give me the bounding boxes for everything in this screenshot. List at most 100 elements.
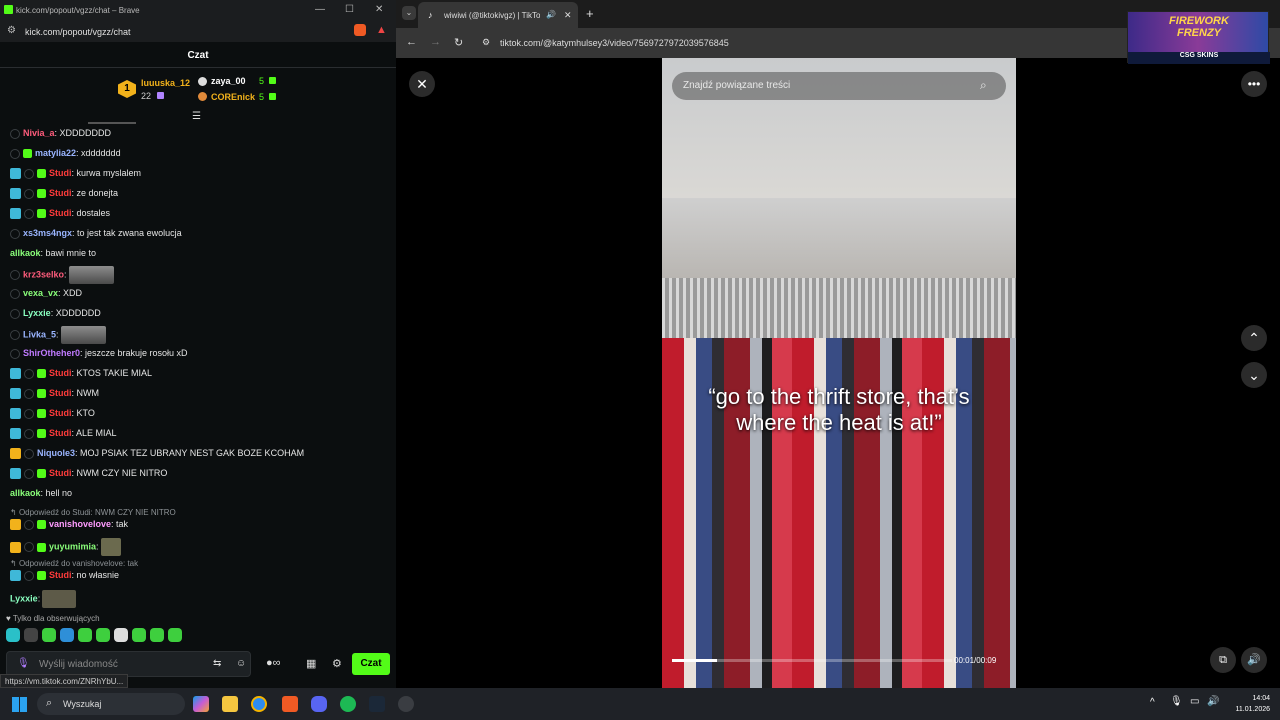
clock[interactable]: 14:04 11.01.2026 <box>1226 693 1270 715</box>
volume-icon[interactable]: 🔊 <box>1241 647 1267 673</box>
emote-icon[interactable] <box>96 628 110 642</box>
tray-chevron-icon[interactable]: ^ <box>1150 697 1155 708</box>
rewards-icon[interactable]: ●∞ <box>266 657 281 669</box>
badge-ring-icon <box>24 519 34 530</box>
emote-icon[interactable] <box>78 628 92 642</box>
chat-username[interactable]: vexa_vx <box>23 288 58 298</box>
copilot-icon[interactable] <box>193 696 209 712</box>
tab-tiktok[interactable]: ♪ wiwiwi (@tiktokivgz) | TikTok 🔊 ✕ <box>418 2 578 28</box>
maximize-icon[interactable]: ☐ <box>345 4 354 15</box>
emote-icon[interactable] <box>42 628 56 642</box>
chat-username[interactable]: vanishovelove <box>49 519 111 529</box>
forward-icon[interactable]: → <box>430 36 441 48</box>
reply-context[interactable]: ↰ Odpowiedź do vanishovelove: tak <box>10 559 138 568</box>
chat-username[interactable]: Studi <box>49 468 72 478</box>
emote-icon[interactable] <box>114 628 128 642</box>
top-gifters: 1 luuuska_12 22 zaya_00 5 COREnick 5 ☰ <box>0 68 396 124</box>
emoji-icon[interactable]: ☺ <box>236 658 246 669</box>
steam-icon[interactable] <box>369 696 385 712</box>
chat-text: : XDD <box>58 288 83 298</box>
badge-ring-icon <box>10 288 20 299</box>
translate-icon[interactable]: ⇆ <box>213 658 221 669</box>
chat-username[interactable]: Studi <box>49 570 72 580</box>
file-explorer-icon[interactable] <box>222 696 238 712</box>
gifter-name[interactable]: COREnick <box>211 92 255 102</box>
site-info-icon[interactable]: ⚙ <box>482 37 490 48</box>
site-settings-icon[interactable]: ⚙ <box>7 25 16 36</box>
gifter-count: 5 <box>259 76 265 86</box>
chat-username[interactable]: matylia22 <box>35 148 76 158</box>
mic-tray-icon[interactable]: 🎙 <box>1170 696 1183 707</box>
chat-username[interactable]: Studi <box>49 368 72 378</box>
back-icon[interactable]: ← <box>406 36 417 48</box>
emote-image[interactable] <box>100 538 121 556</box>
brave-rewards-icon[interactable]: ▲ <box>376 24 387 36</box>
gifter-name[interactable]: zaya_00 <box>211 76 246 86</box>
reply-context[interactable]: ↰ Odpowiedź do Studi: NWM CZY NIE NITRO <box>10 508 176 517</box>
discord-icon[interactable] <box>311 696 327 712</box>
minimize-icon[interactable]: — <box>315 4 325 15</box>
pip-icon[interactable]: ⧉ <box>1210 647 1236 673</box>
new-tab-icon[interactable]: + <box>586 6 594 21</box>
video-progress-bar[interactable] <box>672 659 952 662</box>
chat-username[interactable]: Studi <box>49 408 72 418</box>
close-video-icon[interactable]: ✕ <box>409 71 435 97</box>
send-chat-button[interactable]: Czat <box>352 653 390 675</box>
chat-username[interactable]: krz3selko <box>23 269 64 279</box>
chat-username[interactable]: Livka_5 <box>23 329 56 339</box>
chat-username[interactable]: Studi <box>49 188 72 198</box>
chat-username[interactable]: allkaok <box>10 488 41 498</box>
address-url[interactable]: tiktok.com/@katymhulsey3/video/756972797… <box>500 38 729 48</box>
kick-url-bar[interactable]: ⚙ kick.com/popout/vgzz/chat ▲ <box>0 20 396 42</box>
close-window-icon[interactable]: ✕ <box>375 4 383 15</box>
emote-icon[interactable] <box>132 628 146 642</box>
chat-username[interactable]: Studi <box>49 208 72 218</box>
next-video-icon[interactable]: ⌄ <box>1241 362 1267 388</box>
chat-username[interactable]: allkaok <box>10 248 41 258</box>
close-tab-icon[interactable]: ✕ <box>564 10 572 21</box>
app-icon[interactable] <box>398 696 414 712</box>
network-icon[interactable]: ▭ <box>1190 696 1199 707</box>
brave-icon[interactable] <box>282 696 298 712</box>
emote-icon[interactable] <box>6 628 20 642</box>
chat-username[interactable]: Studi <box>49 428 72 438</box>
chat-username[interactable]: ShirOtheher0 <box>23 348 80 358</box>
store-icon[interactable]: ▦ <box>306 657 316 670</box>
video-player[interactable]: Znajdź powiązane treści ⌕ “go to the thr… <box>662 58 1016 688</box>
emote-image[interactable] <box>68 266 114 284</box>
previous-video-icon[interactable]: ⌃ <box>1241 325 1267 351</box>
taskbar-search[interactable]: ⌕ Wyszukaj <box>37 693 185 715</box>
volume-tray-icon[interactable]: 🔊 <box>1207 696 1219 707</box>
emote-icon[interactable] <box>150 628 164 642</box>
search-icon[interactable]: ⌕ <box>980 78 987 93</box>
mic-icon[interactable]: 🎙 <box>17 658 30 669</box>
store-background <box>662 198 1016 278</box>
chat-username[interactable]: xs3ms4ngx <box>23 228 72 238</box>
emote-image[interactable] <box>60 326 106 344</box>
settings-gear-icon[interactable]: ⚙ <box>332 657 342 670</box>
chat-username[interactable]: Studi <box>49 168 72 178</box>
chat-username[interactable]: yuyumimia <box>49 541 96 551</box>
brave-shield-icon[interactable] <box>354 24 366 36</box>
emote-image[interactable] <box>42 590 77 608</box>
chat-text: : xddddddd <box>76 148 121 158</box>
reload-icon[interactable]: ↻ <box>454 36 463 49</box>
expand-chevron-icon[interactable]: ☰ <box>192 111 201 122</box>
related-search-input[interactable]: Znajdź powiązane treści ⌕ <box>672 72 1006 100</box>
chat-username[interactable]: Nivia_a <box>23 128 55 138</box>
chat-username[interactable]: Lyxxie <box>10 593 38 603</box>
chrome-icon[interactable] <box>251 696 267 712</box>
gifter-name[interactable]: luuuska_12 <box>141 78 190 88</box>
emote-icon[interactable] <box>24 628 38 642</box>
spotify-icon[interactable] <box>340 696 356 712</box>
emote-icon[interactable] <box>168 628 182 642</box>
chat-username[interactable]: Lyxxie <box>23 308 51 318</box>
chat-username[interactable]: Niquole3 <box>37 448 75 458</box>
chat-username[interactable]: Studi <box>49 388 72 398</box>
emote-icon[interactable] <box>60 628 74 642</box>
tab-search-icon[interactable]: ⌄ <box>402 6 416 20</box>
windows-start-icon[interactable] <box>12 697 27 712</box>
more-options-icon[interactable]: ••• <box>1241 71 1267 97</box>
audio-playing-icon[interactable]: 🔊 <box>546 10 556 19</box>
list-item: xs3ms4ngx: to jest tak zwana ewolucja <box>10 228 182 242</box>
